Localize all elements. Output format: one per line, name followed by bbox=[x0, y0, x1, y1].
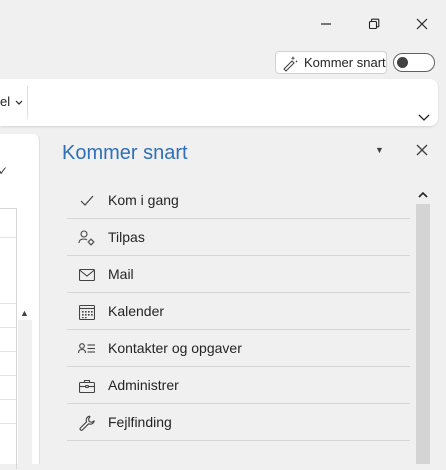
pane-scrollbar-thumb[interactable] bbox=[416, 204, 430, 464]
wrench-icon bbox=[78, 414, 96, 432]
pane-title: Kommer snart bbox=[62, 142, 188, 164]
pane-item-fejlfinding[interactable]: Fejlfinding bbox=[67, 404, 410, 441]
pane-item-kontakter-og-opgaver[interactable]: Kontakter og opgaver bbox=[67, 330, 410, 367]
pane-close-icon[interactable] bbox=[414, 142, 430, 158]
contacts-list-icon bbox=[78, 340, 96, 358]
pane-item-label: Kalender bbox=[108, 303, 165, 319]
message-list bbox=[0, 208, 17, 469]
message-list-panel: ✓ ▲ bbox=[0, 134, 40, 470]
close-window-button[interactable] bbox=[408, 10, 436, 38]
pane-item-list: Kom i gang Tilpas Mail Kalender Kontakte… bbox=[67, 182, 410, 441]
minimize-icon bbox=[321, 23, 331, 25]
restore-icon bbox=[368, 18, 380, 30]
coming-soon-label: Kommer snart bbox=[304, 55, 386, 70]
person-gear-icon bbox=[78, 229, 96, 247]
ribbon-separator bbox=[27, 86, 28, 119]
chevron-down-icon bbox=[15, 100, 23, 105]
check-icon: ✓ bbox=[0, 164, 9, 178]
close-icon bbox=[416, 18, 428, 30]
restore-button[interactable] bbox=[360, 10, 388, 38]
coming-soon-toggle[interactable] bbox=[393, 53, 435, 72]
pane-item-label: Fejlfinding bbox=[108, 414, 172, 430]
sparkle-pen-icon bbox=[283, 55, 298, 72]
coming-soon-button[interactable]: Kommer snart bbox=[275, 51, 387, 74]
mail-icon bbox=[78, 266, 96, 284]
minimize-button[interactable] bbox=[312, 10, 340, 38]
pane-item-label: Tilpas bbox=[108, 229, 145, 245]
toggle-knob bbox=[397, 57, 408, 68]
pane-item-label: Kom i gang bbox=[108, 192, 179, 208]
pane-options-icon[interactable]: ▼ bbox=[375, 145, 384, 155]
pane-item-tilpas[interactable]: Tilpas bbox=[67, 219, 410, 256]
briefcase-icon bbox=[78, 377, 96, 395]
check-icon bbox=[78, 192, 96, 210]
scroll-up-arrow-icon[interactable]: ▲ bbox=[20, 308, 29, 318]
ribbon: el bbox=[0, 79, 438, 126]
pane-item-label: Kontakter og opgaver bbox=[108, 340, 242, 356]
pane-item-label: Administrer bbox=[108, 377, 179, 393]
pane-item-mail[interactable]: Mail bbox=[67, 256, 410, 293]
pane-scroll-up-icon[interactable] bbox=[417, 189, 429, 201]
pane-item-administrer[interactable]: Administrer bbox=[67, 367, 410, 404]
scrollbar-track[interactable] bbox=[18, 320, 32, 470]
calendar-icon bbox=[78, 303, 96, 321]
ribbon-expand-icon[interactable] bbox=[418, 114, 430, 122]
pane-item-kom-i-gang[interactable]: Kom i gang bbox=[67, 182, 410, 219]
pane-item-label: Mail bbox=[108, 266, 134, 282]
ribbon-cut-label[interactable]: el bbox=[0, 94, 23, 109]
pane-item-kalender[interactable]: Kalender bbox=[67, 293, 410, 330]
